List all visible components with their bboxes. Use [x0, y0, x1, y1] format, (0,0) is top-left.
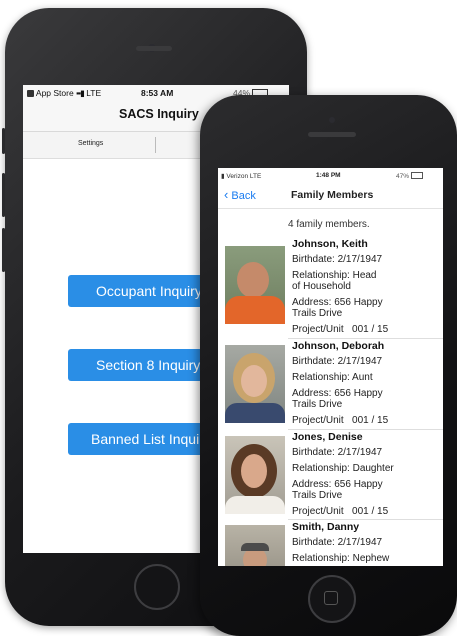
back-home-button[interactable] — [134, 564, 180, 610]
back-nav-title: SACS Inquiry — [119, 107, 199, 121]
front-nav-bar: ‹ Back Family Members — [218, 182, 443, 209]
front-status-battery: 47% — [396, 172, 423, 180]
back-earpiece — [136, 46, 172, 51]
member-relationship: Relationship: Aunt — [292, 372, 373, 383]
member-birthdate: Birthdate: 2/17/1947 — [292, 447, 383, 458]
row-divider — [288, 338, 443, 339]
back-status-network: LTE — [86, 88, 102, 98]
back-status-carrier-group: App Store ▪▪▮ LTE — [27, 88, 101, 99]
member-birthdate: Birthdate: 2/17/1947 — [292, 254, 383, 265]
front-status-carrier: Verizon — [226, 173, 249, 180]
back-nav-button[interactable]: ‹ Back — [224, 187, 256, 202]
front-nav-title: Family Members — [291, 189, 374, 201]
member-name: Johnson, Keith — [292, 238, 368, 250]
member-name: Johnson, Deborah — [292, 340, 385, 352]
member-project-unit: Project/Unit 001 / 15 — [292, 506, 389, 517]
member-address: Address: 656 Happy — [292, 388, 383, 399]
front-home-button[interactable] — [308, 575, 356, 623]
front-status-carrier-group: ▮ Verizon LTE — [221, 172, 261, 180]
volume-down-button — [2, 228, 5, 272]
member-address: Address: 656 Happy — [292, 297, 383, 308]
back-nav-label: Back — [231, 190, 256, 202]
member-birthdate: Birthdate: 2/17/1947 — [292, 356, 383, 367]
row-divider — [288, 519, 443, 520]
member-relationship: Relationship: Daughter — [292, 463, 394, 474]
member-address-cont: Trails Drive — [292, 308, 343, 319]
member-relationship: Relationship: Nephew — [292, 553, 390, 564]
battery-icon — [410, 172, 423, 179]
woman-brunette-photo — [225, 436, 285, 514]
member-address: Address: 656 Happy — [292, 479, 383, 490]
member-project-unit: Project/Unit 001 / 15 — [292, 415, 389, 426]
front-phone-screen: ▮ Verizon LTE 1:48 PM 47% ‹ Back Family … — [218, 168, 443, 566]
volume-up-button — [2, 173, 5, 217]
front-earpiece — [308, 132, 356, 137]
signal-icon: ▪▪▮ — [76, 88, 85, 98]
front-status-network: LTE — [249, 173, 262, 180]
list-item[interactable]: Johnson, Keith Birthdate: 2/17/1947 Rela… — [218, 236, 443, 336]
member-project-unit: Project/Unit 001 / 15 — [292, 324, 389, 335]
list-item[interactable]: Jones, Denise Birthdate: 2/17/1947 Relat… — [218, 431, 443, 519]
segment-divider — [155, 137, 156, 153]
member-address-cont: Trails Drive — [292, 399, 343, 410]
member-name: Jones, Denise — [292, 431, 363, 443]
member-birthdate: Birthdate: 2/17/1947 — [292, 537, 383, 548]
back-app-icon — [27, 90, 34, 97]
front-battery-percent: 47% — [396, 173, 410, 180]
member-relationship-cont: of Household — [292, 281, 351, 292]
settings-tab[interactable]: Settings — [78, 140, 103, 147]
front-status-time: 1:48 PM — [316, 172, 341, 179]
chevron-left-icon: ‹ — [224, 187, 229, 202]
man-cap-photo — [225, 525, 285, 566]
list-item[interactable]: Johnson, Deborah Birthdate: 2/17/1947 Re… — [218, 340, 443, 430]
signal-icon: ▮ — [221, 173, 225, 180]
member-relationship: Relationship: Head — [292, 270, 377, 281]
back-status-time: 8:53 AM — [141, 88, 174, 98]
home-square-icon — [324, 591, 338, 605]
back-status-carrier: App Store — [35, 88, 74, 98]
woman-blonde-photo — [225, 345, 285, 423]
member-name: Smith, Danny — [292, 521, 360, 533]
man-orange-shirt-photo — [225, 246, 285, 324]
member-address-cont: Trails Drive — [292, 490, 343, 501]
mute-switch — [2, 128, 5, 154]
row-divider — [288, 429, 443, 430]
family-count-text: 4 family members. — [288, 219, 370, 230]
list-item[interactable]: Smith, Danny Birthdate: 2/17/1947 Relati… — [218, 521, 443, 566]
front-front-camera — [329, 117, 335, 123]
